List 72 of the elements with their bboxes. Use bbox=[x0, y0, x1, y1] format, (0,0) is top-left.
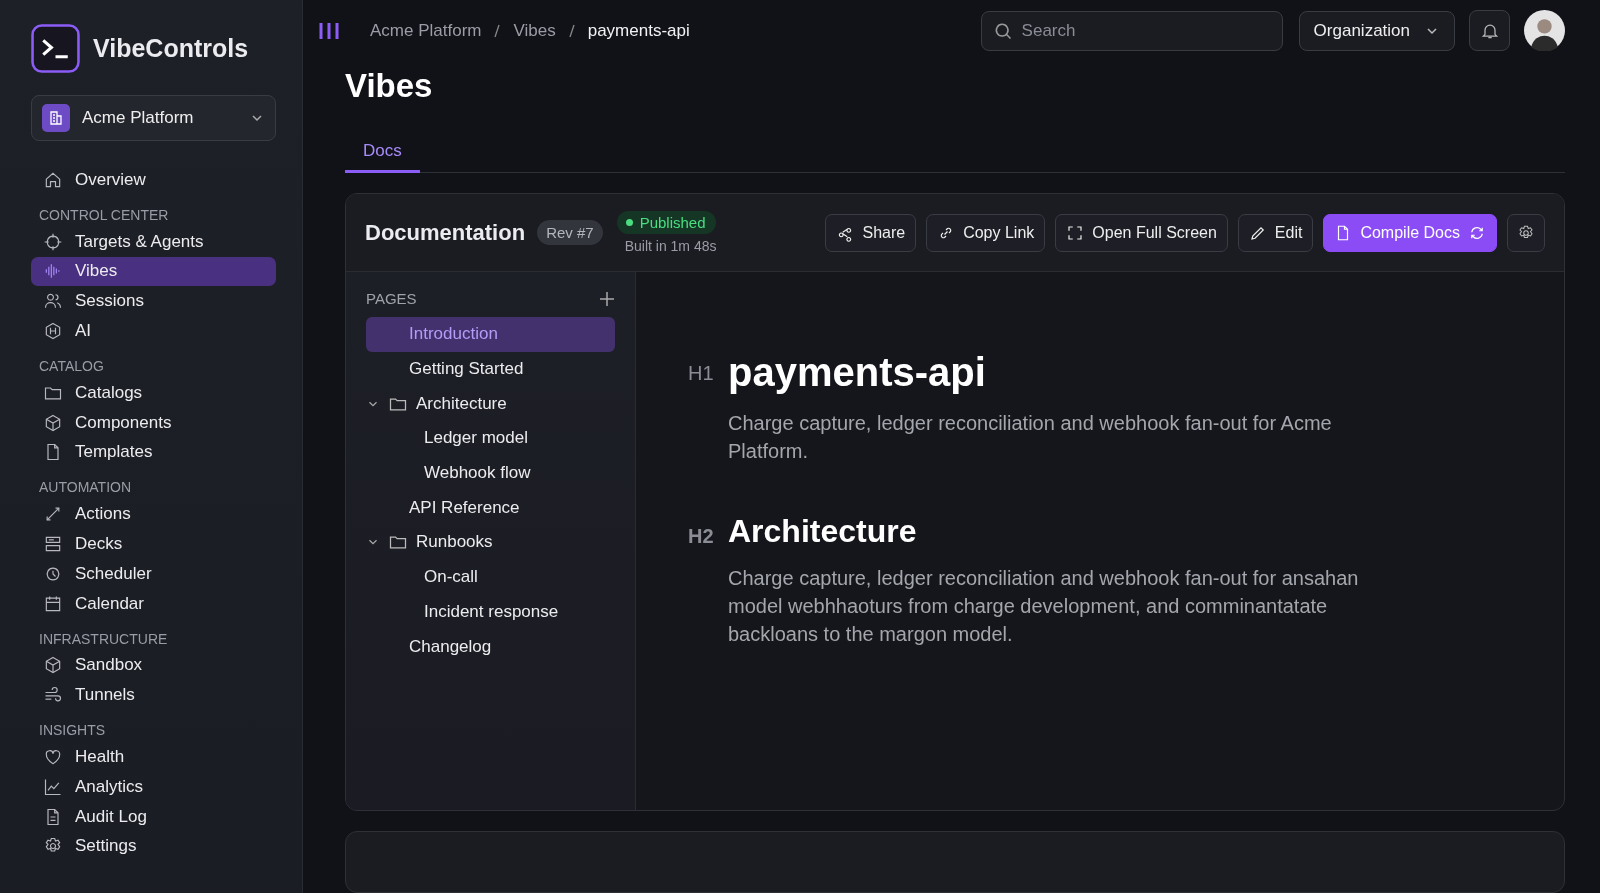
nav-item[interactable]: Calendar bbox=[31, 588, 276, 619]
nav-item[interactable]: Decks bbox=[31, 529, 276, 559]
breadcrumb-link[interactable]: Vibes bbox=[513, 20, 556, 41]
nav-item[interactable]: Sandbox bbox=[31, 650, 276, 681]
nav-item[interactable]: Scheduler bbox=[31, 558, 276, 589]
nav-icon bbox=[43, 655, 63, 676]
page-title: Vibes bbox=[345, 67, 434, 105]
document-heading: Architecture bbox=[728, 513, 918, 550]
nav-icon bbox=[43, 321, 63, 342]
nav-item[interactable]: Actions bbox=[31, 499, 276, 530]
tree-item[interactable]: Introduction bbox=[366, 317, 615, 352]
nav-item[interactable]: Targets & Agents bbox=[31, 226, 276, 257]
breadcrumb-link[interactable]: payments-api bbox=[587, 20, 690, 41]
nav-item[interactable]: Audit Log bbox=[31, 801, 276, 832]
section-heading: AUTOMATION bbox=[39, 479, 133, 496]
tab[interactable]: Docs bbox=[345, 135, 420, 173]
tree-item[interactable]: On-call bbox=[366, 559, 615, 595]
action-button[interactable]: Share bbox=[825, 213, 917, 252]
section-heading: INSIGHTS bbox=[39, 722, 107, 739]
organization-dropdown[interactable]: Organization bbox=[1298, 10, 1455, 51]
document-heading: payments-api bbox=[728, 350, 987, 395]
tree-item[interactable]: Changelog bbox=[366, 629, 615, 664]
action-button[interactable]: Open Full Screen bbox=[1055, 213, 1228, 252]
nav-item[interactable]: Overview bbox=[31, 165, 276, 195]
build-info: Built in 1m 48s bbox=[623, 238, 717, 254]
tree-folder[interactable]: Runbooks bbox=[366, 525, 615, 560]
action-button[interactable]: Compile Docs bbox=[1323, 213, 1497, 252]
nav-item[interactable]: Components bbox=[31, 407, 276, 438]
building-icon bbox=[42, 104, 70, 132]
app-name: VibeControls bbox=[93, 33, 249, 63]
breadcrumb-link[interactable]: Acme Platform bbox=[370, 20, 482, 41]
nav-item[interactable]: Templates bbox=[31, 437, 276, 468]
nav-item[interactable]: Tunnels bbox=[31, 680, 276, 711]
heading-level-label: H1 bbox=[688, 361, 715, 386]
nav-item[interactable]: Catalogs bbox=[31, 378, 276, 408]
document-paragraph: Charge capture, ledger reconciliation and webhook fan-out for Acme Platform. bbox=[728, 411, 1333, 464]
nav-item[interactable]: Health bbox=[31, 742, 276, 772]
status-badge: Published bbox=[616, 211, 717, 234]
tree-item[interactable]: Webhook flow bbox=[366, 455, 615, 491]
nav-item[interactable]: Sessions bbox=[31, 286, 276, 317]
pages-heading: PAGES bbox=[366, 290, 417, 307]
tree-item[interactable]: Getting Started bbox=[366, 351, 615, 387]
section-heading: CONTROL CENTER bbox=[39, 206, 170, 223]
tree-folder[interactable]: Architecture bbox=[366, 386, 615, 422]
nav-item[interactable]: Analytics bbox=[31, 771, 276, 802]
terminal-logo-icon bbox=[31, 23, 80, 73]
nav-icon bbox=[43, 231, 63, 252]
document-paragraph: Charge capture, ledger reconciliation and webhook fan-out for ansahan model webhhaoturs from charge development, and comminantatate backloans to the margon model. bbox=[728, 566, 1360, 647]
action-button[interactable]: Copy Link bbox=[926, 213, 1046, 252]
tree-item[interactable]: API Reference bbox=[366, 490, 615, 526]
nav-item[interactable]: Settings bbox=[31, 831, 276, 862]
card-title: Documentation bbox=[365, 219, 526, 246]
avatar[interactable] bbox=[1524, 10, 1565, 51]
tree-item[interactable]: Ledger model bbox=[366, 421, 615, 456]
section-heading: INFRASTRUCTURE bbox=[39, 630, 169, 647]
separator-icon bbox=[493, 22, 502, 39]
section-heading: CATALOG bbox=[39, 358, 105, 374]
nav-item[interactable]: AI bbox=[31, 316, 276, 346]
notifications-button[interactable] bbox=[1469, 10, 1510, 51]
collapse-sidebar-icon[interactable] bbox=[318, 21, 340, 40]
heading-level-label: H2 bbox=[688, 524, 715, 549]
tree-item[interactable]: Incident response bbox=[366, 594, 615, 630]
search-field[interactable]: Search bbox=[980, 10, 1283, 51]
nav-icon bbox=[43, 412, 63, 433]
workspace-selector[interactable]: Acme Platform bbox=[31, 95, 276, 141]
nav-item[interactable]: Vibes bbox=[31, 256, 276, 287]
settings-button[interactable] bbox=[1507, 213, 1545, 252]
fullscreen-icon bbox=[1066, 223, 1085, 242]
revision-badge: Rev #7 bbox=[537, 220, 603, 245]
separator-icon bbox=[567, 22, 576, 39]
action-button[interactable]: Edit bbox=[1237, 213, 1314, 252]
add-icon[interactable] bbox=[599, 290, 615, 307]
